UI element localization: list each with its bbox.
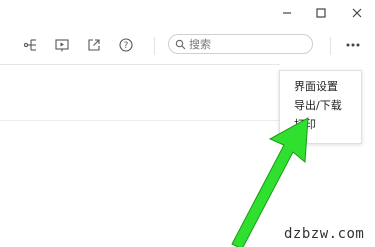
content-divider xyxy=(0,64,280,65)
title-bar xyxy=(0,0,375,26)
content-divider xyxy=(0,120,280,121)
play-icon xyxy=(55,39,69,52)
svg-text:?: ? xyxy=(124,41,129,51)
toolbar: ? xyxy=(0,28,375,62)
watermark: dzbzw.com xyxy=(284,226,365,242)
toolbar-divider xyxy=(154,37,155,55)
minimize-icon xyxy=(283,12,291,14)
menu-item-export-download[interactable]: 导出/下载 xyxy=(280,96,361,115)
external-link-button[interactable] xyxy=(84,35,104,55)
help-button[interactable]: ? xyxy=(116,35,136,55)
help-icon: ? xyxy=(119,38,133,52)
more-dropdown-menu: 界面设置 导出/下载 打印 xyxy=(279,70,362,144)
share-tree-button[interactable] xyxy=(21,35,41,55)
minimize-button[interactable] xyxy=(274,2,300,24)
search-input[interactable] xyxy=(189,37,299,51)
search-icon xyxy=(175,39,186,49)
play-button[interactable] xyxy=(52,35,72,55)
menu-item-interface-settings[interactable]: 界面设置 xyxy=(280,77,361,96)
share-tree-icon xyxy=(23,39,36,51)
maximize-icon xyxy=(316,8,326,18)
search-box[interactable] xyxy=(168,34,313,54)
maximize-button[interactable] xyxy=(308,2,334,24)
close-icon xyxy=(352,8,362,18)
more-button[interactable] xyxy=(343,35,363,55)
external-link-icon xyxy=(88,39,100,51)
menu-item-print[interactable]: 打印 xyxy=(280,115,361,134)
close-button[interactable] xyxy=(344,2,370,24)
more-icon xyxy=(346,43,360,47)
toolbar-divider xyxy=(330,37,331,55)
